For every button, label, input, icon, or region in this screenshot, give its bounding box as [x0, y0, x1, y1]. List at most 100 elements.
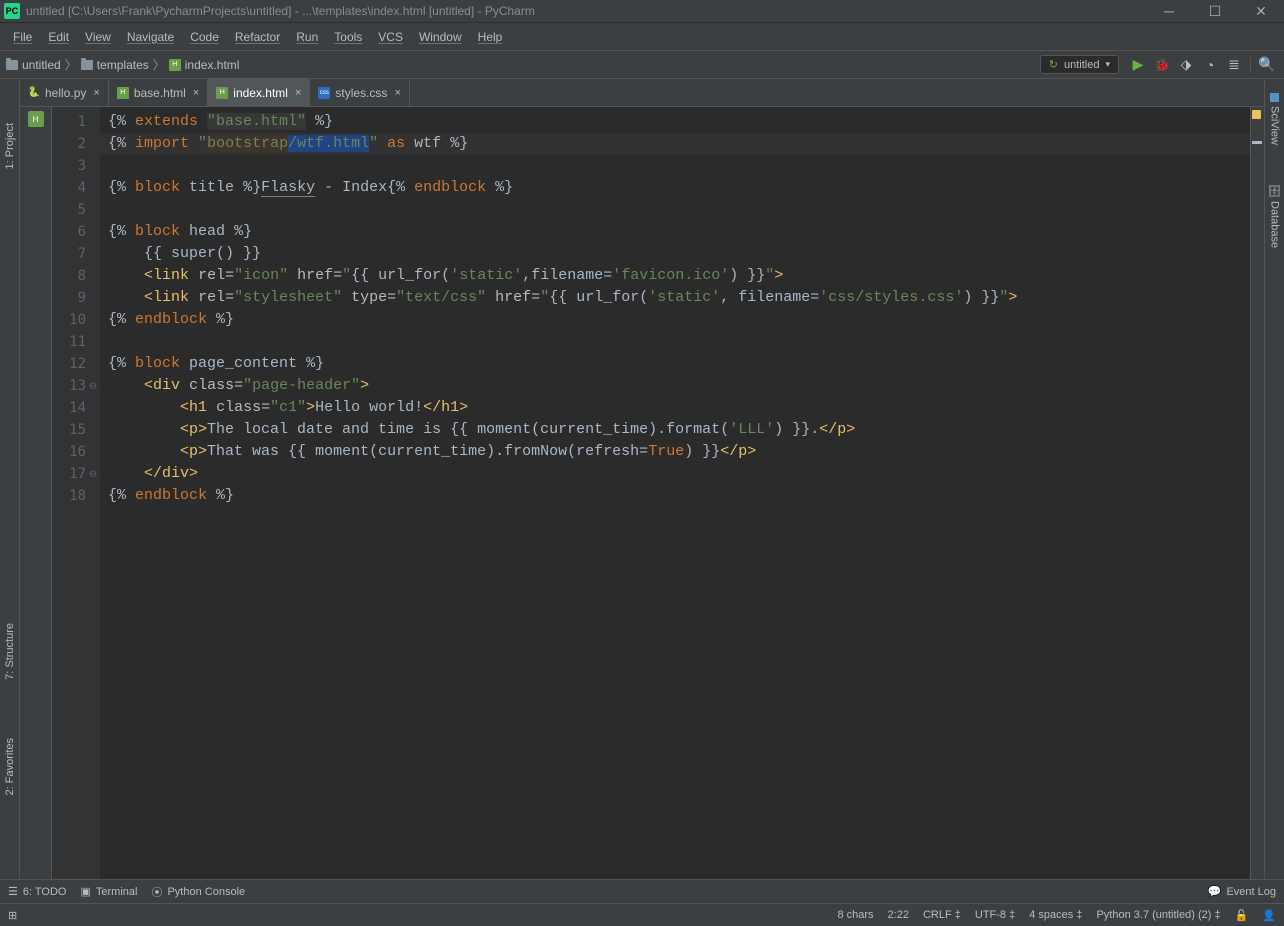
database-icon: 🗄 — [1268, 183, 1281, 197]
line-number-gutter: 1 2 3 4 5 6 7 8 9 10 11 12 13 14 15 16 1… — [52, 107, 100, 879]
editor-tab[interactable]: 🐍hello.py× — [20, 79, 109, 106]
menu-view[interactable]: View — [78, 26, 118, 48]
python-icon: 🐍 — [28, 87, 40, 99]
line-number: 2 — [52, 133, 100, 155]
line-number: 15 — [52, 419, 100, 441]
app-icon: PC — [4, 3, 20, 19]
breadcrumb-item[interactable]: templates — [81, 58, 149, 72]
fold-icon[interactable]: ⊖ — [88, 381, 98, 391]
terminal-icon: ▣ — [80, 885, 90, 898]
debug-button[interactable]: 🐞 — [1151, 54, 1173, 76]
read-only-icon[interactable]: 🔓 — [1235, 909, 1249, 922]
bottom-tool-strip: ☰6: TODO ▣Terminal ⦿Python Console 💬Even… — [0, 879, 1284, 903]
nav-gutter: H — [20, 107, 52, 879]
file-type-icon: H — [28, 111, 44, 127]
separator — [1250, 57, 1251, 73]
search-everywhere-button[interactable]: 🔍 — [1256, 54, 1278, 76]
left-tool-strip: 1: Project 7: Structure 2: Favorites — [0, 79, 20, 879]
line-number: 7 — [52, 243, 100, 265]
hector-icon[interactable]: 👤 — [1262, 909, 1276, 922]
marker-bar[interactable] — [1250, 107, 1264, 879]
breadcrumb-separator: 〉 — [65, 56, 77, 73]
line-number: 9 — [52, 287, 100, 309]
tool-favorites[interactable]: 2: Favorites — [4, 734, 16, 799]
menu-refactor[interactable]: Refactor — [228, 26, 287, 48]
editor-tab[interactable]: cssstyles.css× — [310, 79, 409, 106]
tool-database[interactable]: 🗄Database — [1268, 179, 1281, 252]
menu-navigate[interactable]: Navigate — [120, 26, 181, 48]
tool-sciview[interactable]: SciView — [1269, 89, 1281, 149]
menu-help[interactable]: Help — [471, 26, 510, 48]
run-button[interactable]: ▶ — [1127, 54, 1149, 76]
tool-todo[interactable]: ☰6: TODO — [8, 885, 66, 898]
minimize-button[interactable]: ─ — [1146, 0, 1192, 23]
menu-window[interactable]: Window — [412, 26, 469, 48]
close-icon[interactable]: × — [93, 87, 99, 99]
line-number: 1 — [52, 111, 100, 133]
statusbar: ⊞ 8 chars 2:22 CRLF ‡ UTF-8 ‡ 4 spaces ‡… — [0, 903, 1284, 926]
line-number: 8 — [52, 265, 100, 287]
status-interpreter[interactable]: Python 3.7 (untitled) (2) ‡ — [1096, 909, 1220, 921]
html-icon: H — [169, 59, 181, 71]
coverage-button[interactable]: ⬗ — [1175, 54, 1197, 76]
status-selection: 8 chars — [837, 909, 873, 921]
event-log-icon: 💬 — [1208, 885, 1222, 898]
line-number: 18 — [52, 485, 100, 507]
line-number: 5 — [52, 199, 100, 221]
status-line-ending[interactable]: CRLF ‡ — [923, 909, 961, 921]
python-console-icon: ⦿ — [151, 884, 162, 900]
editor-tab[interactable]: Hindex.html× — [208, 79, 310, 106]
right-tool-strip: SciView 🗄Database — [1264, 79, 1284, 879]
maximize-button[interactable]: ☐ — [1192, 0, 1238, 23]
menu-tools[interactable]: Tools — [327, 26, 369, 48]
tool-structure[interactable]: 7: Structure — [4, 619, 16, 684]
menu-run[interactable]: Run — [289, 26, 325, 48]
concurrency-button[interactable]: ≣ — [1223, 54, 1245, 76]
tool-terminal[interactable]: ▣Terminal — [80, 885, 137, 898]
tool-python-console[interactable]: ⦿Python Console — [151, 884, 245, 900]
menu-file[interactable]: File — [6, 26, 39, 48]
line-number: 14 — [52, 397, 100, 419]
menu-edit[interactable]: Edit — [41, 26, 76, 48]
analysis-indicator[interactable] — [1252, 110, 1261, 119]
folder-icon — [81, 60, 93, 70]
navbar: untitled 〉 templates 〉 Hindex.html untit… — [0, 51, 1284, 79]
line-number: 16 — [52, 441, 100, 463]
todo-icon: ☰ — [8, 885, 18, 898]
menubar: File Edit View Navigate Code Refactor Ru… — [0, 23, 1284, 51]
tool-project[interactable]: 1: Project — [4, 119, 16, 173]
close-button[interactable]: ✕ — [1238, 0, 1284, 23]
breadcrumb-item[interactable]: Hindex.html — [169, 58, 240, 72]
editor-tabs: 🐍hello.py× Hbase.html× Hindex.html× csss… — [20, 79, 1264, 107]
close-icon[interactable]: × — [394, 87, 400, 99]
status-indent[interactable]: 4 spaces ‡ — [1029, 909, 1082, 921]
close-icon[interactable]: × — [193, 87, 199, 99]
tool-windows-icon[interactable]: ⊞ — [8, 909, 17, 922]
menu-vcs[interactable]: VCS — [371, 26, 410, 48]
css-icon: css — [318, 87, 330, 99]
titlebar: PC untitled [C:\Users\Frank\PycharmProje… — [0, 0, 1284, 23]
code-area[interactable]: {% extends "base.html" %} {% import "boo… — [100, 107, 1250, 879]
close-icon[interactable]: × — [295, 87, 301, 99]
line-number: 6 — [52, 221, 100, 243]
breadcrumb: untitled 〉 templates 〉 Hindex.html — [6, 56, 239, 73]
menu-code[interactable]: Code — [183, 26, 226, 48]
profile-button[interactable]: ◔ — [1199, 54, 1221, 76]
line-number: 4 — [52, 177, 100, 199]
run-configuration-selector[interactable]: untitled — [1040, 55, 1119, 74]
breadcrumb-item[interactable]: untitled — [6, 58, 61, 72]
line-number: 11 — [52, 331, 100, 353]
breadcrumb-separator: 〉 — [153, 56, 165, 73]
sciview-icon — [1270, 93, 1279, 102]
caret-mark — [1252, 141, 1262, 144]
html-icon: H — [117, 87, 129, 99]
status-position[interactable]: 2:22 — [888, 909, 909, 921]
status-encoding[interactable]: UTF-8 ‡ — [975, 909, 1015, 921]
editor-tab[interactable]: Hbase.html× — [109, 79, 208, 106]
line-number: 3 — [52, 155, 100, 177]
fold-icon[interactable]: ⊖ — [88, 469, 98, 479]
line-number: 12 — [52, 353, 100, 375]
event-log-button[interactable]: 💬Event Log — [1208, 885, 1276, 898]
editor: 🐍hello.py× Hbase.html× Hindex.html× csss… — [20, 79, 1264, 879]
folder-icon — [6, 60, 18, 70]
